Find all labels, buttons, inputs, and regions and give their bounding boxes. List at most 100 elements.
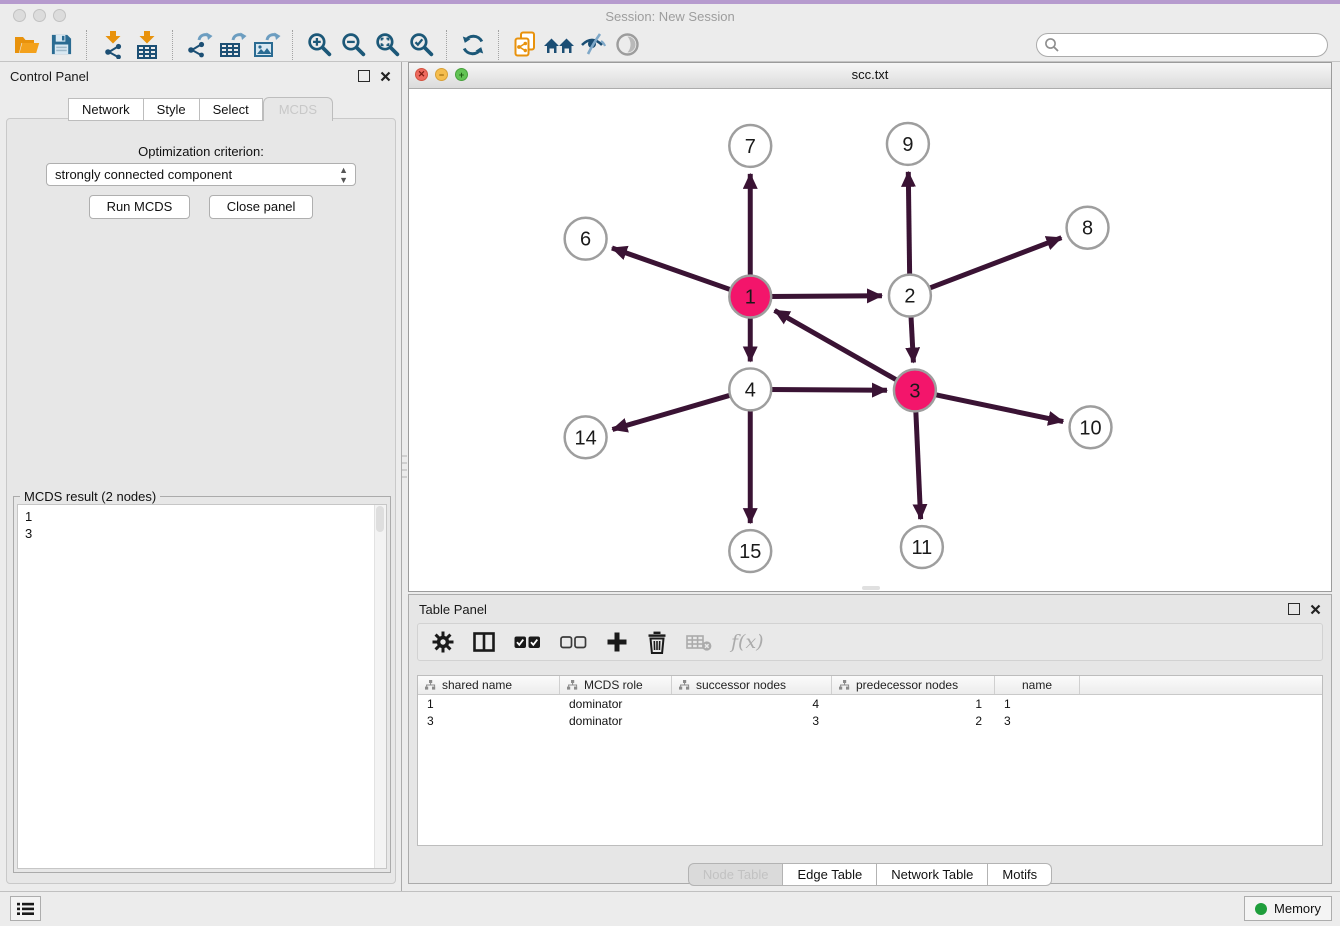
edge-2-8[interactable] bbox=[928, 238, 1062, 289]
export-network-icon bbox=[185, 31, 213, 58]
node-8[interactable]: 8 bbox=[1067, 207, 1109, 249]
table-panel: Table Panel f(x) shared nameMCDS rolesuc… bbox=[408, 594, 1332, 884]
node-1[interactable]: 1 bbox=[729, 276, 771, 318]
node-4[interactable]: 4 bbox=[729, 368, 771, 410]
edge-4-3[interactable] bbox=[769, 390, 887, 391]
status-bar: Memory bbox=[0, 891, 1340, 926]
node-11[interactable]: 11 bbox=[901, 526, 943, 568]
node-15[interactable]: 15 bbox=[729, 530, 771, 572]
close-panel-icon[interactable] bbox=[380, 71, 391, 82]
edge-1-2[interactable] bbox=[769, 296, 882, 297]
close-panel-button[interactable]: Close panel bbox=[209, 195, 314, 219]
node-2[interactable]: 2 bbox=[889, 275, 931, 317]
toolbar-separator bbox=[292, 30, 294, 60]
mcds-result-lines: 13 bbox=[25, 508, 32, 542]
column-header-name[interactable]: name bbox=[995, 676, 1080, 694]
table-cell: 2 bbox=[832, 714, 995, 728]
column-header-shared-name[interactable]: shared name bbox=[418, 676, 560, 694]
column-header-label: shared name bbox=[442, 678, 512, 692]
column-header-label: successor nodes bbox=[696, 678, 786, 692]
select-all-icon[interactable] bbox=[514, 636, 541, 649]
edge-3-1[interactable] bbox=[775, 310, 899, 381]
tab-edge-table[interactable]: Edge Table bbox=[783, 863, 877, 886]
table-header-row: shared name MCDS role successor nodes prede… bbox=[418, 676, 1322, 695]
mcds-result-box[interactable]: 13 bbox=[17, 504, 387, 869]
table-row[interactable]: 3dominator323 bbox=[418, 712, 1322, 729]
zoom-out-button[interactable] bbox=[336, 29, 370, 61]
open-session-button[interactable] bbox=[10, 29, 44, 61]
table-cell: dominator bbox=[560, 714, 672, 728]
homes-button[interactable] bbox=[542, 29, 576, 61]
columns-icon[interactable] bbox=[473, 632, 495, 652]
result-line: 1 bbox=[25, 508, 32, 525]
edge-3-11[interactable] bbox=[916, 409, 921, 519]
edge-2-3[interactable] bbox=[911, 315, 914, 363]
splitter-handle[interactable] bbox=[402, 455, 407, 483]
memory-button[interactable]: Memory bbox=[1244, 896, 1332, 921]
tab-select[interactable]: Select bbox=[200, 98, 263, 121]
edge-1-6[interactable] bbox=[612, 248, 732, 290]
column-header-predecessor-nodes[interactable]: predecessor nodes bbox=[832, 676, 995, 694]
deselect-all-icon[interactable] bbox=[560, 636, 587, 649]
run-mcds-button[interactable]: Run MCDS bbox=[89, 195, 191, 219]
export-network-button[interactable] bbox=[182, 29, 216, 61]
hide-eye-button[interactable] bbox=[576, 29, 610, 61]
node-6[interactable]: 6 bbox=[565, 218, 607, 260]
import-table-button[interactable] bbox=[130, 29, 164, 61]
search-field bbox=[1036, 33, 1328, 57]
zoom-fit-icon bbox=[374, 31, 401, 58]
node-label: 9 bbox=[902, 134, 913, 156]
table-cell: 3 bbox=[418, 714, 560, 728]
float-panel-icon[interactable] bbox=[1288, 603, 1300, 615]
node-table: shared name MCDS role successor nodes prede… bbox=[417, 675, 1323, 846]
zoom-in-button[interactable] bbox=[302, 29, 336, 61]
node-3[interactable]: 3 bbox=[894, 369, 936, 411]
node-14[interactable]: 14 bbox=[565, 416, 607, 458]
tab-network[interactable]: Network bbox=[68, 98, 144, 121]
copy-network-button[interactable] bbox=[508, 29, 542, 61]
table-cell: dominator bbox=[560, 697, 672, 711]
import-network-button[interactable] bbox=[96, 29, 130, 61]
refresh-button[interactable] bbox=[456, 29, 490, 61]
table-panel-buttons bbox=[1288, 603, 1321, 615]
export-table-button[interactable] bbox=[216, 29, 250, 61]
table-cell: 3 bbox=[672, 714, 832, 728]
zoom-fit-button[interactable] bbox=[370, 29, 404, 61]
tab-motifs[interactable]: Motifs bbox=[988, 863, 1052, 886]
table-row[interactable]: 1dominator411 bbox=[418, 695, 1322, 712]
close-panel-icon[interactable] bbox=[1310, 604, 1321, 615]
edge-4-14[interactable] bbox=[612, 395, 732, 430]
network-resize-grip[interactable] bbox=[862, 586, 880, 590]
tab-style[interactable]: Style bbox=[144, 98, 200, 121]
node-10[interactable]: 10 bbox=[1070, 406, 1112, 448]
edge-3-10[interactable] bbox=[933, 394, 1063, 421]
criterion-dropdown[interactable]: strongly connected component ▲▼ bbox=[46, 163, 356, 186]
task-history-button[interactable] bbox=[10, 896, 41, 921]
node-7[interactable]: 7 bbox=[729, 125, 771, 167]
tab-node-table[interactable]: Node Table bbox=[688, 863, 784, 886]
node-9[interactable]: 9 bbox=[887, 123, 929, 165]
save-session-button[interactable] bbox=[44, 29, 78, 61]
column-header-successor-nodes[interactable]: successor nodes bbox=[672, 676, 832, 694]
save-icon bbox=[50, 33, 73, 56]
show-eye-button[interactable] bbox=[610, 29, 644, 61]
settings-gear-icon[interactable] bbox=[432, 631, 454, 653]
column-header-mcds-role[interactable]: MCDS role bbox=[560, 676, 672, 694]
result-scrollbar[interactable] bbox=[374, 505, 386, 868]
export-image-button[interactable] bbox=[250, 29, 284, 61]
network-window-titlebar[interactable]: ✕ − + scc.txt bbox=[409, 63, 1331, 89]
search-input[interactable] bbox=[1036, 33, 1328, 57]
control-panel-buttons bbox=[358, 70, 391, 82]
tab-network-table[interactable]: Network Table bbox=[877, 863, 988, 886]
zoom-selected-button[interactable] bbox=[404, 29, 438, 61]
window-titlebar[interactable]: Session: New Session bbox=[0, 4, 1340, 28]
mcds-result-group: MCDS result (2 nodes) 13 bbox=[13, 496, 391, 873]
table-cell: 1 bbox=[418, 697, 560, 711]
tab-mcds[interactable]: MCDS bbox=[263, 97, 333, 121]
delete-row-icon[interactable] bbox=[647, 631, 667, 654]
result-scrollbar-thumb[interactable] bbox=[376, 506, 384, 532]
edge-2-9[interactable] bbox=[908, 172, 909, 277]
float-panel-icon[interactable] bbox=[358, 70, 370, 82]
add-row-icon[interactable] bbox=[606, 631, 628, 653]
network-canvas[interactable]: 7 9 6 8 1 2 4 3 14 10 15 11 bbox=[409, 88, 1331, 591]
